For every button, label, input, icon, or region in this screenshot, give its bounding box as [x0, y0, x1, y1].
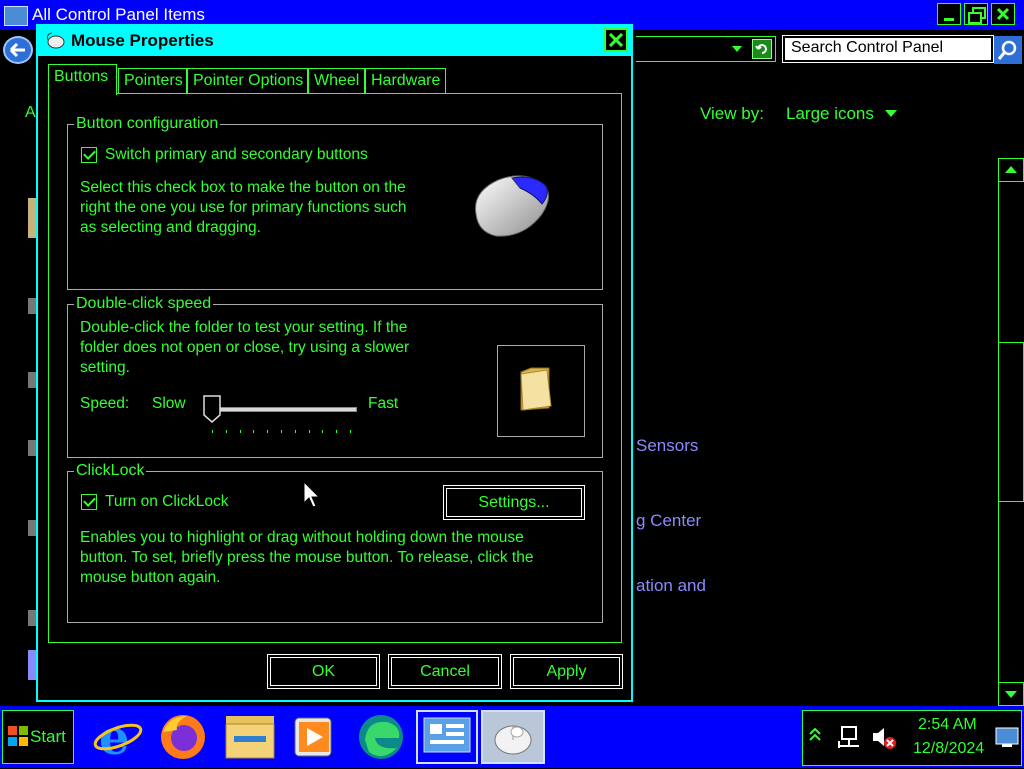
close-icon — [996, 7, 1010, 21]
slider-tick — [212, 430, 213, 433]
clicklock-label[interactable]: Turn on ClickLock — [105, 492, 228, 512]
item-icon — [28, 372, 36, 388]
tab-pointers[interactable]: Pointers — [118, 68, 187, 94]
restore-button[interactable] — [964, 3, 988, 25]
view-by-label: View by: — [700, 104, 764, 123]
slider-tick — [239, 430, 241, 433]
slider-tick — [253, 430, 255, 433]
slider-tick — [267, 430, 269, 433]
button-configuration-legend: Button configuration — [74, 115, 221, 133]
arrow-up-icon — [1005, 166, 1017, 173]
chevron-up-icon[interactable] — [808, 728, 822, 742]
clicklock-description-line1: Enables you to highlight or drag without… — [80, 529, 524, 546]
search-button[interactable] — [994, 36, 1022, 64]
button-config-description-line3: as selecting and dragging. — [80, 219, 261, 236]
slider-tick — [336, 430, 338, 433]
item-icon — [28, 198, 36, 238]
control-panel-title: All Control Panel Items — [32, 5, 205, 24]
control-panel-icon[interactable] — [416, 710, 478, 764]
item-icon — [28, 650, 36, 680]
search-icon — [998, 40, 1017, 60]
slider-tick — [281, 430, 282, 433]
tab-buttons[interactable]: Buttons — [48, 64, 117, 95]
view-by-dropdown[interactable]: Large icons — [786, 104, 874, 124]
clicklock-checkbox[interactable] — [81, 494, 97, 510]
refresh-icon[interactable] — [752, 39, 772, 59]
minimize-icon — [944, 18, 954, 21]
back-arrow-icon — [10, 43, 25, 57]
item-icon — [28, 298, 36, 314]
cp-item-sync-center[interactable]: g Center — [636, 511, 701, 531]
scrollbar-thumb[interactable] — [998, 342, 1024, 502]
button-config-description-line1: Select this check box to make the button… — [80, 179, 406, 196]
network-icon[interactable] — [834, 724, 860, 750]
edge-icon[interactable] — [353, 710, 409, 764]
double-click-description-line1: Double-click the folder to test your set… — [80, 319, 408, 336]
tab-hardware[interactable]: Hardware — [365, 68, 446, 94]
folder-icon[interactable] — [519, 366, 553, 412]
internet-explorer-icon[interactable]: e — [90, 710, 146, 766]
media-player-icon[interactable] — [287, 710, 343, 764]
speed-label: Speed: — [80, 395, 130, 412]
test-folder-box[interactable] — [497, 345, 585, 437]
scroll-up-button[interactable] — [998, 158, 1024, 182]
slider-tick — [308, 430, 310, 433]
close-icon — [609, 33, 623, 47]
speed-slider-track[interactable] — [217, 407, 357, 412]
dialog-close-button[interactable] — [604, 28, 628, 52]
clock-date[interactable]: 12/8/2024 — [913, 740, 984, 758]
tab-pointer-options[interactable]: Pointer Options — [187, 68, 308, 94]
cancel-button[interactable]: Cancel — [388, 654, 502, 689]
tab-wheel[interactable]: Wheel — [308, 68, 365, 94]
cp-item-sensors[interactable]: Sensors — [636, 436, 698, 456]
minimize-button[interactable] — [937, 3, 961, 25]
clock-time[interactable]: 2:54 AM — [918, 716, 977, 734]
clicklock-description-line3: mouse button again. — [80, 569, 221, 586]
category-letter: A — [25, 104, 36, 121]
item-icon — [28, 610, 36, 626]
mouse-icon — [47, 32, 65, 49]
show-desktop-icon[interactable] — [994, 726, 1020, 748]
search-input[interactable]: Search Control Panel — [782, 35, 994, 63]
apply-button[interactable]: Apply — [510, 654, 623, 689]
mouse-illustration-icon — [474, 175, 549, 237]
slider-tick — [322, 430, 324, 433]
speed-slow-label: Slow — [152, 395, 186, 412]
cp-item-location[interactable]: ation and — [636, 576, 706, 596]
back-button[interactable] — [3, 36, 33, 64]
scroll-down-button[interactable] — [998, 682, 1024, 706]
start-label[interactable]: Start — [30, 727, 66, 747]
arrow-down-icon — [1005, 691, 1017, 698]
control-panel-icon — [4, 6, 28, 26]
switch-buttons-label[interactable]: Switch primary and secondary buttons — [105, 145, 368, 165]
double-click-description-line2: folder does not open or close, try using… — [80, 339, 410, 356]
double-click-description-line3: setting. — [80, 359, 130, 376]
mouse-icon[interactable] — [481, 710, 545, 764]
item-icon — [28, 520, 36, 536]
clicklock-legend: ClickLock — [74, 462, 147, 480]
svg-text:e: e — [99, 710, 130, 764]
window-close-button[interactable] — [991, 3, 1015, 25]
item-icon — [28, 440, 36, 456]
windows-logo-icon — [8, 726, 28, 746]
speed-fast-label: Fast — [368, 395, 399, 412]
chevron-down-icon[interactable] — [885, 110, 897, 117]
slider-tick — [294, 430, 296, 433]
clicklock-description-line2: button. To set, briefly press the mouse … — [80, 549, 534, 566]
firefox-icon[interactable] — [155, 710, 211, 764]
slider-tick — [350, 430, 351, 433]
speed-slider-thumb[interactable] — [203, 395, 221, 423]
switch-buttons-checkbox[interactable] — [81, 147, 97, 163]
volume-muted-icon[interactable] — [870, 724, 896, 750]
dialog-title: Mouse Properties — [71, 31, 214, 50]
file-explorer-icon[interactable] — [222, 710, 278, 764]
slider-tick — [225, 430, 227, 433]
mouse-cursor-icon — [303, 481, 321, 508]
ok-button[interactable]: OK — [267, 654, 380, 689]
double-click-legend: Double-click speed — [74, 295, 214, 313]
button-config-description-line2: right the one you use for primary functi… — [80, 199, 407, 216]
clicklock-settings-button[interactable]: Settings... — [443, 485, 585, 520]
chevron-down-icon[interactable] — [732, 46, 742, 52]
